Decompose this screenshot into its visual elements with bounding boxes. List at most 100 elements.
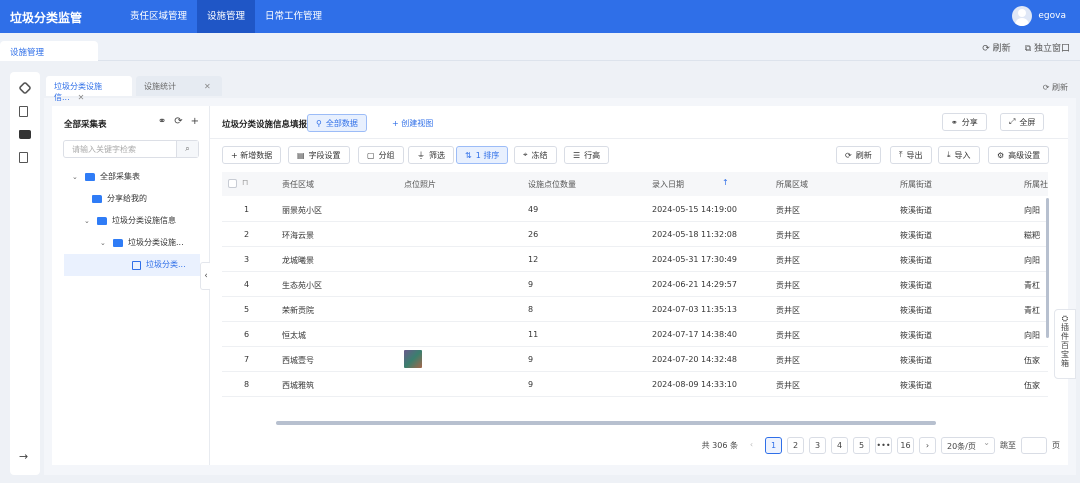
- cell-count: 9: [528, 355, 534, 364]
- share-button[interactable]: ⚭ 分享: [942, 113, 987, 131]
- tab-facility-info[interactable]: 垃圾分类设施信... ✕: [46, 76, 132, 102]
- advanced-settings-button[interactable]: ⚙ 高级设置: [988, 146, 1050, 164]
- add-data-button[interactable]: + 新增数据: [222, 146, 282, 164]
- search-icon[interactable]: ⌕: [176, 141, 198, 157]
- plugin-toolbox-button[interactable]: ⛭ 插件百宝箱: [1054, 309, 1076, 379]
- col-header-region[interactable]: 所属区域: [776, 179, 808, 190]
- folder-icon: [85, 173, 95, 181]
- table-row[interactable]: 4 生态苑小区 9 2024-06-21 14:29:57 贡井区 筱溪街道 青杠: [222, 272, 1048, 297]
- cell-street: 筱溪街道: [900, 206, 932, 215]
- tree-node-all[interactable]: ⌄ 全部采集表: [72, 166, 202, 188]
- folder-icon[interactable]: [19, 130, 31, 139]
- row-index: 8: [244, 380, 250, 389]
- close-icon[interactable]: ✕: [204, 82, 211, 91]
- col-header-photo[interactable]: 点位照片: [404, 179, 436, 190]
- subtab-refresh-button[interactable]: ⟳ 刷新: [1043, 82, 1068, 93]
- table-header: ⊓ 责任区域 点位照片 设施点位数量 录入日期 ↑ 所属区域 所属街道 所属社: [222, 172, 1048, 196]
- sort-asc-icon[interactable]: ↑: [722, 178, 729, 187]
- field-settings-button[interactable]: ▤ 字段设置: [288, 146, 350, 164]
- col-header-community[interactable]: 所属社: [1024, 179, 1048, 190]
- expand-arrow-icon[interactable]: →: [19, 450, 28, 463]
- create-view-button[interactable]: + 创建视图: [384, 114, 441, 132]
- close-icon[interactable]: ✕: [78, 93, 85, 102]
- tree-node-form-selected[interactable]: 垃圾分类...: [64, 254, 200, 276]
- table-row[interactable]: 6 恒太城 11 2024-07-17 14:38:40 贡井区 筱溪街道 向阳: [222, 322, 1048, 347]
- goto-page-input[interactable]: [1021, 436, 1047, 454]
- cell-area: 生态苑小区: [282, 281, 322, 290]
- filter-button[interactable]: ⏚ 筛选: [408, 146, 454, 164]
- prev-page-button[interactable]: ‹: [743, 437, 760, 454]
- export-button[interactable]: ⤒ 导出: [890, 146, 932, 164]
- cube-icon[interactable]: [18, 81, 32, 95]
- report-icon[interactable]: [19, 152, 28, 163]
- avatar[interactable]: [1012, 6, 1033, 26]
- horizontal-scrollbar[interactable]: [276, 421, 936, 425]
- page-size-select[interactable]: 20条/页: [941, 436, 995, 454]
- cell-region: 贡井区: [776, 231, 800, 240]
- folder-icon: [92, 195, 102, 203]
- tree-search-input[interactable]: 请输入关键字检索 ⌕: [63, 140, 199, 158]
- user-menu[interactable]: egova: [1012, 6, 1066, 26]
- sync-icon[interactable]: ⟳: [174, 116, 182, 127]
- chevron-down-icon[interactable]: ⌄: [84, 210, 92, 232]
- table-row[interactable]: 2 环海云景 26 2024-05-18 11:32:08 贡井区 筱溪街道 糍粑: [222, 222, 1048, 247]
- link-icon[interactable]: ⚭: [158, 116, 166, 127]
- page-tab-facility[interactable]: 设施管理: [0, 41, 98, 61]
- all-data-view-button[interactable]: ⚲ 全部数据: [307, 114, 367, 132]
- app-title: 垃圾分类监管: [10, 11, 83, 25]
- col-header-date[interactable]: 录入日期: [652, 179, 684, 190]
- nav-daily-work[interactable]: 日常工作管理: [255, 0, 332, 33]
- nav-facility-management[interactable]: 设施管理: [197, 0, 256, 33]
- cell-date: 2024-05-18 11:32:08: [652, 230, 737, 239]
- standalone-window-button[interactable]: ⧉ 独立窗口: [1025, 41, 1070, 54]
- table-refresh-button[interactable]: ⟳ 刷新: [836, 146, 881, 164]
- tree-node-facility-sub[interactable]: ⌄ 垃圾分类设施...: [100, 232, 202, 254]
- cell-count: 8: [528, 305, 534, 314]
- fullscreen-button[interactable]: ⤢ 全屏: [1000, 113, 1045, 131]
- page-4[interactable]: 4: [831, 436, 848, 454]
- lock-icon[interactable]: ⊓: [242, 178, 248, 187]
- cell-date: 2024-07-17 14:38:40: [652, 330, 737, 339]
- table-row[interactable]: 5 荣新贡院 8 2024-07-03 11:35:13 贡井区 筱溪街道 青杠: [222, 297, 1048, 322]
- col-header-area[interactable]: 责任区域: [282, 179, 314, 190]
- vertical-scrollbar[interactable]: [1046, 198, 1049, 338]
- next-page-button[interactable]: ›: [919, 436, 936, 454]
- page-2[interactable]: 2: [787, 436, 804, 454]
- import-button[interactable]: ⤓ 导入: [938, 146, 980, 164]
- chevron-down-icon[interactable]: ⌄: [72, 166, 80, 188]
- tree-node-facility-info[interactable]: ⌄ 垃圾分类设施信息: [84, 210, 202, 232]
- cell-region: 贡井区: [776, 256, 800, 265]
- col-header-street[interactable]: 所属街道: [900, 179, 932, 190]
- sort-button[interactable]: ⇅ 1 排序: [456, 146, 509, 164]
- page-ellipsis[interactable]: •••: [875, 436, 892, 454]
- page-16[interactable]: 16: [897, 436, 914, 454]
- row-height-button[interactable]: ☰ 行高: [564, 146, 610, 164]
- table-row[interactable]: 8 西城雅筑 9 2024-08-09 14:33:10 贡井区 筱溪街道 伍家: [222, 372, 1048, 397]
- row-index: 5: [244, 305, 250, 314]
- plus-icon[interactable]: +: [191, 116, 199, 127]
- tree-title: 全部采集表: [64, 120, 107, 130]
- cell-street: 筱溪街道: [900, 281, 932, 290]
- sub-tab-bar: 垃圾分类设施信... ✕ 设施统计 ✕ ⟳ 刷新: [44, 72, 1076, 102]
- col-header-count[interactable]: 设施点位数量: [528, 179, 576, 190]
- tab-facility-stats[interactable]: 设施统计 ✕: [136, 76, 222, 96]
- select-all-checkbox[interactable]: [228, 179, 237, 188]
- photo-thumbnail[interactable]: [404, 350, 422, 368]
- top-navbar: 垃圾分类监管 责任区域管理 设施管理 日常工作管理 egova: [0, 0, 1080, 33]
- freeze-button[interactable]: ⌖ 冻结: [514, 146, 557, 164]
- table-row[interactable]: 7 西城壹号 9 2024-07-20 14:32:48 贡井区 筱溪街道 伍家: [222, 347, 1048, 372]
- collection-tree-panel: 全部采集表 ⚭ ⟳ + 请输入关键字检索 ⌕ ⌄ 全部采集表 分享给我的 ⌄ 垃圾分…: [52, 106, 210, 465]
- document-icon[interactable]: [19, 106, 28, 117]
- page-5[interactable]: 5: [853, 436, 870, 454]
- page-3[interactable]: 3: [809, 436, 826, 454]
- nav-responsibility-area[interactable]: 责任区域管理: [120, 0, 197, 33]
- table-row[interactable]: 3 龙城曦景 12 2024-05-31 17:30:49 贡井区 筱溪街道 向阳: [222, 247, 1048, 272]
- page-1[interactable]: 1: [765, 436, 782, 454]
- chevron-down-icon[interactable]: ⌄: [100, 232, 108, 254]
- table-row[interactable]: 1 丽景苑小区 49 2024-05-15 14:19:00 贡井区 筱溪街道 向阳: [222, 197, 1048, 222]
- window-refresh-button[interactable]: ⟳ 刷新: [982, 41, 1010, 54]
- group-button[interactable]: ▢ 分组: [358, 146, 404, 164]
- cell-photo: [404, 350, 422, 368]
- tree-node-shared[interactable]: 分享给我的: [92, 188, 202, 210]
- cell-date: 2024-07-03 11:35:13: [652, 305, 737, 314]
